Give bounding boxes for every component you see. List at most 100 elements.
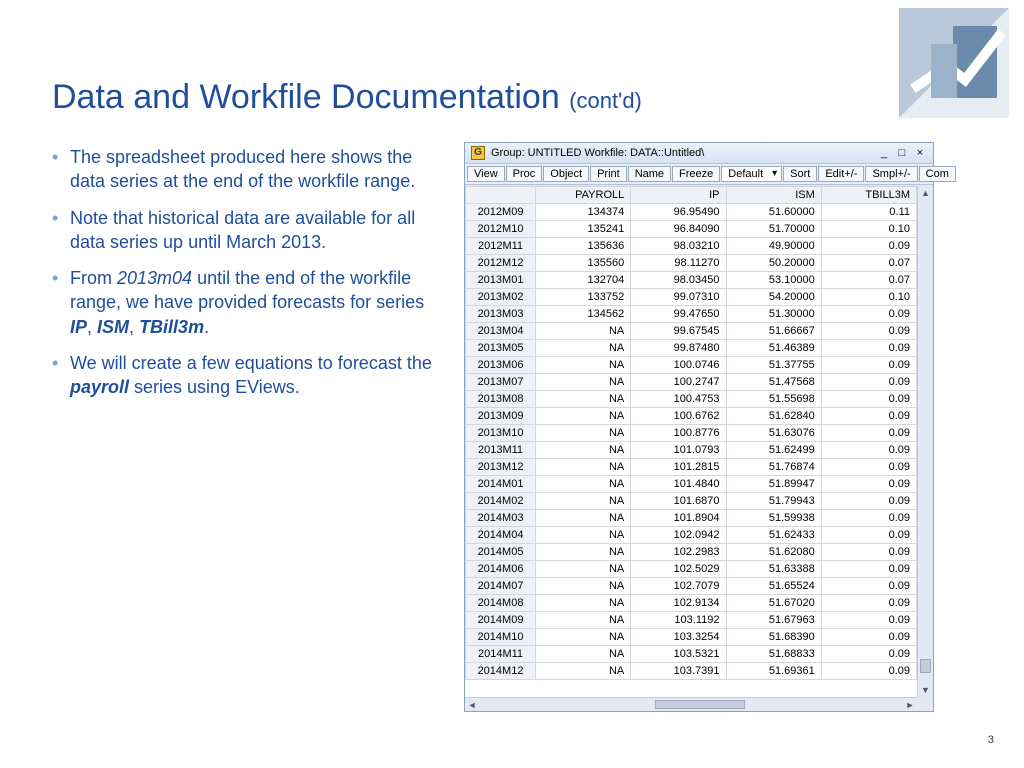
cell[interactable]: NA [536,595,631,612]
cell[interactable]: NA [536,476,631,493]
row-header[interactable]: 2013M10 [466,425,536,442]
row-header[interactable]: 2012M10 [466,221,536,238]
cell[interactable]: 100.8776 [631,425,726,442]
row-header[interactable]: 2013M07 [466,374,536,391]
smplpm-button[interactable]: Smpl+/- [865,166,917,182]
cell[interactable]: 51.67020 [726,595,821,612]
cell[interactable]: 100.2747 [631,374,726,391]
table-row[interactable]: 2013M0113270498.0345053.100000.07 [466,272,917,289]
cell[interactable]: 51.62080 [726,544,821,561]
cell[interactable]: 0.09 [821,323,916,340]
cell[interactable]: 49.90000 [726,238,821,255]
row-header[interactable]: 2013M09 [466,408,536,425]
cell[interactable]: NA [536,408,631,425]
cell[interactable]: 51.55698 [726,391,821,408]
table-row[interactable]: 2014M11NA103.532151.688330.09 [466,646,917,663]
cell[interactable]: NA [536,459,631,476]
cell[interactable]: 103.3254 [631,629,726,646]
table-row[interactable]: 2014M03NA101.890451.599380.09 [466,510,917,527]
table-row[interactable]: 2014M10NA103.325451.683900.09 [466,629,917,646]
cell[interactable]: 103.5321 [631,646,726,663]
cell[interactable]: 51.30000 [726,306,821,323]
row-header[interactable]: 2013M12 [466,459,536,476]
object-button[interactable]: Object [543,166,589,182]
minimize-button[interactable]: _ [877,147,891,159]
row-header[interactable]: 2014M01 [466,476,536,493]
cell[interactable]: 50.20000 [726,255,821,272]
cell[interactable]: 0.07 [821,272,916,289]
cell[interactable]: 101.8904 [631,510,726,527]
cell[interactable]: 0.09 [821,595,916,612]
table-row[interactable]: 2012M1213556098.1127050.200000.07 [466,255,917,272]
cell[interactable]: 51.63388 [726,561,821,578]
cell[interactable]: 0.09 [821,527,916,544]
com-button[interactable]: Com [919,166,956,182]
cell[interactable]: 51.68390 [726,629,821,646]
cell[interactable]: 103.1192 [631,612,726,629]
cell[interactable]: 135560 [536,255,631,272]
cell[interactable]: 0.09 [821,238,916,255]
cell[interactable]: 0.09 [821,476,916,493]
table-row[interactable]: 2013M0313456299.4765051.300000.09 [466,306,917,323]
sort-button[interactable]: Sort [783,166,817,182]
row-header[interactable]: 2013M01 [466,272,536,289]
cell[interactable]: NA [536,425,631,442]
cell[interactable]: 0.09 [821,663,916,680]
cell[interactable]: NA [536,561,631,578]
table-row[interactable]: 2014M07NA102.707951.655240.09 [466,578,917,595]
cell[interactable]: 0.09 [821,306,916,323]
table-row[interactable]: 2013M10NA100.877651.630760.09 [466,425,917,442]
cell[interactable]: NA [536,357,631,374]
table-row[interactable]: 2013M05NA99.8748051.463890.09 [466,340,917,357]
cell[interactable]: 0.09 [821,510,916,527]
table-row[interactable]: 2014M08NA102.913451.670200.09 [466,595,917,612]
cell[interactable]: 54.20000 [726,289,821,306]
cell[interactable]: NA [536,527,631,544]
table-row[interactable]: 2013M0213375299.0731054.200000.10 [466,289,917,306]
table-row[interactable]: 2013M12NA101.281551.768740.09 [466,459,917,476]
cell[interactable]: 0.09 [821,493,916,510]
cell[interactable]: 51.67963 [726,612,821,629]
row-header[interactable]: 2014M08 [466,595,536,612]
cell[interactable]: NA [536,340,631,357]
cell[interactable]: NA [536,646,631,663]
cell[interactable]: 51.70000 [726,221,821,238]
cell[interactable]: NA [536,544,631,561]
row-header[interactable]: 2013M04 [466,323,536,340]
cell[interactable]: 101.6870 [631,493,726,510]
table-row[interactable]: 2014M05NA102.298351.620800.09 [466,544,917,561]
cell[interactable]: 0.10 [821,221,916,238]
cell[interactable]: NA [536,493,631,510]
cell[interactable]: 99.07310 [631,289,726,306]
row-header[interactable]: 2013M03 [466,306,536,323]
row-header[interactable]: 2014M02 [466,493,536,510]
cell[interactable]: 0.09 [821,646,916,663]
row-header[interactable]: 2014M04 [466,527,536,544]
view-button[interactable]: View [467,166,505,182]
row-header[interactable]: 2013M05 [466,340,536,357]
cell[interactable]: 51.60000 [726,204,821,221]
cell[interactable]: 100.6762 [631,408,726,425]
cell[interactable]: 51.79943 [726,493,821,510]
cell[interactable]: 135241 [536,221,631,238]
row-header[interactable]: 2013M06 [466,357,536,374]
vertical-scrollbar[interactable]: ▲ ▼ [917,186,933,697]
cell[interactable]: 96.95490 [631,204,726,221]
cell[interactable]: 100.0746 [631,357,726,374]
table-row[interactable]: 2014M06NA102.502951.633880.09 [466,561,917,578]
row-header[interactable]: 2012M12 [466,255,536,272]
col-tbill3m[interactable]: TBILL3M [821,187,916,204]
row-header[interactable]: 2014M10 [466,629,536,646]
cell[interactable]: 0.09 [821,612,916,629]
cell[interactable]: 0.09 [821,442,916,459]
cell[interactable]: 102.5029 [631,561,726,578]
cell[interactable]: 135636 [536,238,631,255]
cell[interactable]: NA [536,612,631,629]
cell[interactable]: 51.76874 [726,459,821,476]
maximize-button[interactable]: □ [895,147,909,159]
cell[interactable]: 0.09 [821,340,916,357]
freeze-button[interactable]: Freeze [672,166,720,182]
resize-grip[interactable] [917,697,933,711]
cell[interactable]: 0.09 [821,544,916,561]
col-ip[interactable]: IP [631,187,726,204]
